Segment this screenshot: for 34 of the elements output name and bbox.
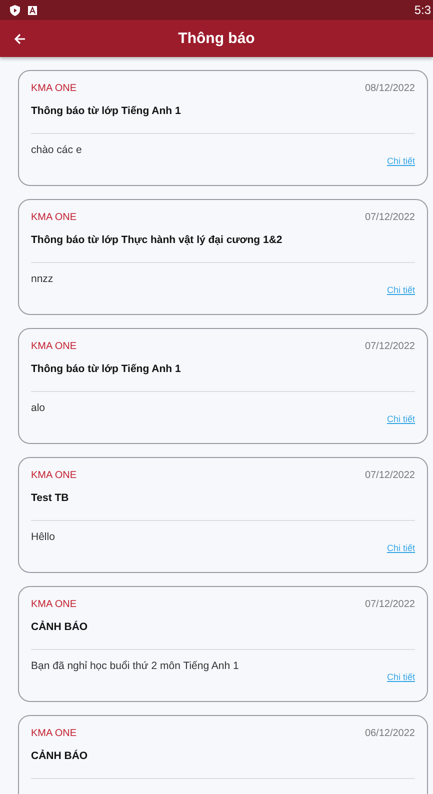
notification-card[interactable]: KMA ONE 06/12/2022 CẢNH BÁO [18, 715, 428, 794]
app-icon [28, 6, 37, 14]
screen-title: Thông báo [178, 30, 255, 47]
notification-title: Thông báo từ lớp Thực hành vật lý đại cương 1&2 [31, 234, 282, 246]
clock: 5:3 [414, 3, 431, 17]
date-label: 08/12/2022 [364, 83, 415, 94]
date-label: 07/12/2022 [364, 599, 415, 610]
date-label: 07/12/2022 [364, 341, 415, 352]
notification-card[interactable]: KMA ONE 08/12/2022 Thông báo từ lớp Tiếng Anh 1 chào các e Chi tiết [18, 70, 428, 186]
source-label: KMA ONE [31, 212, 77, 223]
date-label: 07/12/2022 [364, 470, 415, 481]
source-label: KMA ONE [31, 341, 77, 352]
shield-icon [10, 4, 20, 16]
notification-card[interactable]: KMA ONE 07/12/2022 Thông báo từ lớp Thực hành vật lý đại cương 1&2 nnzz Chi tiết [18, 199, 428, 315]
notification-body: alo [31, 402, 46, 414]
source-label: KMA ONE [31, 83, 77, 94]
source-label: KMA ONE [31, 599, 77, 610]
notification-card[interactable]: KMA ONE 07/12/2022 CẢNH BÁO Bạn đã nghỉ học buổi thứ 2 môn Tiếng Anh 1 Chi tiết [18, 586, 428, 702]
notification-body: chào các e [31, 144, 82, 156]
notification-title: Thông báo từ lớp Tiếng Anh 1 [31, 105, 181, 117]
source-label: KMA ONE [31, 728, 77, 739]
notification-body: Bạn đã nghỉ học buổi thứ 2 môn Tiếng Anh 1 [31, 660, 239, 672]
date-label: 06/12/2022 [364, 728, 415, 739]
notification-title: Thông báo từ lớp Tiếng Anh 1 [31, 363, 181, 375]
notification-title: CẢNH BÁO [31, 621, 88, 633]
date-label: 07/12/2022 [364, 212, 415, 223]
back-arrow-icon [14, 32, 26, 44]
notification-body: nnzz [31, 273, 54, 285]
notification-card[interactable]: KMA ONE 07/12/2022 Thông báo từ lớp Tiếng Anh 1 alo Chi tiết [18, 328, 428, 444]
notification-card[interactable]: KMA ONE 07/12/2022 Test TB Hêllo Chi tiết [18, 457, 428, 573]
notification-title: Test TB [31, 492, 69, 504]
notification-title: CẢNH BÁO [31, 750, 88, 762]
source-label: KMA ONE [31, 470, 77, 481]
notification-body: Hêllo [31, 531, 55, 543]
